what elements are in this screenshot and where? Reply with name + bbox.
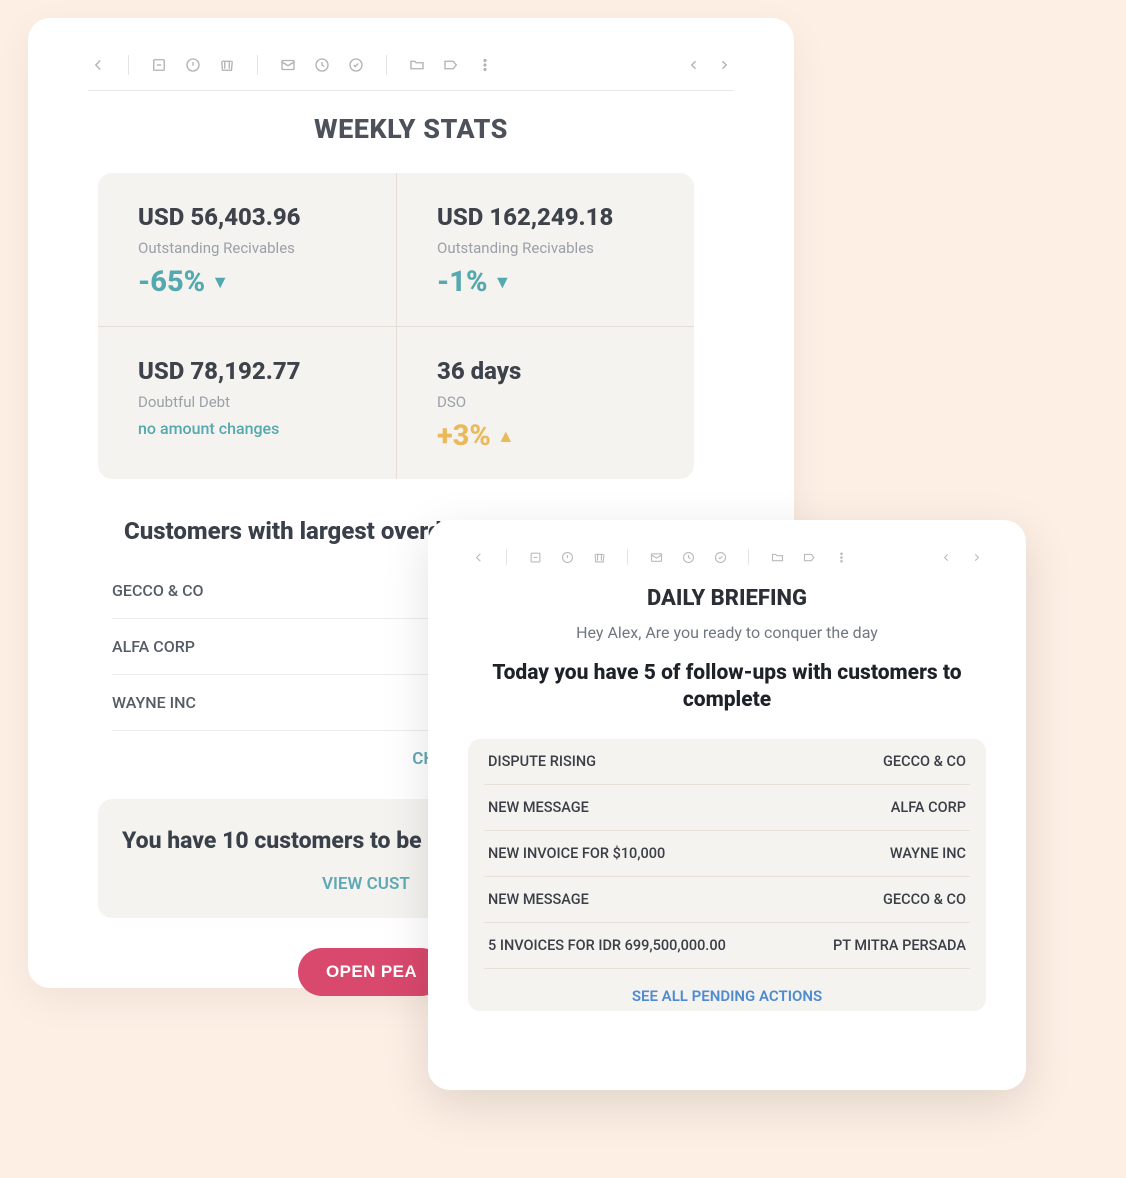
stat-delta: no amount changes bbox=[138, 419, 362, 438]
stat-delta-value: no amount changes bbox=[138, 419, 279, 438]
label-icon[interactable] bbox=[441, 55, 461, 75]
stat-delta: +3% ▲ bbox=[437, 419, 660, 453]
next-icon[interactable] bbox=[966, 547, 986, 567]
prev-icon[interactable] bbox=[684, 55, 704, 75]
daily-title: DAILY BRIEFING bbox=[468, 586, 986, 611]
open-button[interactable]: OPEN PEA bbox=[298, 948, 445, 996]
stat-cell: USD 78,192.77 Doubtful Debt no amount ch… bbox=[98, 326, 396, 479]
daily-greeting: Hey Alex, Are you ready to conquer the d… bbox=[468, 623, 986, 642]
action-type: NEW MESSAGE bbox=[488, 891, 589, 908]
toolbar-separator bbox=[257, 55, 258, 75]
trend-up-icon: ▲ bbox=[497, 426, 515, 447]
archive-icon[interactable] bbox=[149, 55, 169, 75]
mail-icon[interactable] bbox=[278, 55, 298, 75]
stat-value: USD 78,192.77 bbox=[138, 357, 362, 385]
stat-delta: -65% ▼ bbox=[138, 265, 362, 299]
stat-value: USD 162,249.18 bbox=[437, 203, 660, 231]
action-type: 5 INVOICES FOR IDR 699,500,000.00 bbox=[488, 937, 726, 954]
archive-icon[interactable] bbox=[525, 547, 545, 567]
action-type: NEW INVOICE FOR $10,000 bbox=[488, 845, 665, 862]
action-customer: GECCO & CO bbox=[883, 891, 966, 908]
mail-icon[interactable] bbox=[646, 547, 666, 567]
action-type: NEW MESSAGE bbox=[488, 799, 589, 816]
action-row[interactable]: NEW MESSAGE GECCO & CO bbox=[484, 877, 970, 923]
see-all-link[interactable]: SEE ALL PENDING ACTIONS bbox=[484, 969, 970, 1011]
action-row[interactable]: NEW MESSAGE ALFA CORP bbox=[484, 785, 970, 831]
stat-label: Outstanding Recivables bbox=[138, 239, 362, 257]
stat-label: Outstanding Recivables bbox=[437, 239, 660, 257]
stat-label: DSO bbox=[437, 393, 660, 411]
action-row[interactable]: 5 INVOICES FOR IDR 699,500,000.00 PT MIT… bbox=[484, 923, 970, 969]
spam-icon[interactable] bbox=[557, 547, 577, 567]
action-row[interactable]: DISPUTE RISING GECCO & CO bbox=[484, 739, 970, 785]
daily-toolbar bbox=[468, 546, 986, 568]
action-customer: WAYNE INC bbox=[890, 845, 966, 862]
label-icon[interactable] bbox=[799, 547, 819, 567]
toolbar-separator bbox=[506, 549, 507, 565]
prev-icon[interactable] bbox=[936, 547, 956, 567]
action-customer: ALFA CORP bbox=[891, 799, 966, 816]
stat-delta-value: -65% bbox=[138, 265, 205, 299]
trash-icon[interactable] bbox=[217, 55, 237, 75]
action-customer: GECCO & CO bbox=[883, 753, 966, 770]
folder-icon[interactable] bbox=[767, 547, 787, 567]
toolbar-separator bbox=[386, 55, 387, 75]
stat-value: 36 days bbox=[437, 357, 660, 385]
toolbar-separator bbox=[627, 549, 628, 565]
daily-subtitle: Today you have 5 of follow-ups with cust… bbox=[488, 660, 966, 715]
back-icon[interactable] bbox=[468, 547, 488, 567]
action-list: DISPUTE RISING GECCO & CO NEW MESSAGE AL… bbox=[468, 739, 986, 1011]
stat-cell: USD 162,249.18 Outstanding Recivables -1… bbox=[396, 173, 694, 326]
task-icon[interactable] bbox=[346, 55, 366, 75]
stat-value: USD 56,403.96 bbox=[138, 203, 362, 231]
next-icon[interactable] bbox=[714, 55, 734, 75]
stat-grid: USD 56,403.96 Outstanding Recivables -65… bbox=[98, 173, 694, 479]
folder-icon[interactable] bbox=[407, 55, 427, 75]
stat-cell: USD 56,403.96 Outstanding Recivables -65… bbox=[98, 173, 396, 326]
action-type: DISPUTE RISING bbox=[488, 753, 596, 770]
trend-down-icon: ▼ bbox=[211, 272, 229, 293]
more-icon[interactable] bbox=[475, 55, 495, 75]
action-row[interactable]: NEW INVOICE FOR $10,000 WAYNE INC bbox=[484, 831, 970, 877]
back-icon[interactable] bbox=[88, 55, 108, 75]
clock-icon[interactable] bbox=[312, 55, 332, 75]
stat-delta-value: -1% bbox=[437, 265, 487, 299]
toolbar-separator bbox=[748, 549, 749, 565]
clock-icon[interactable] bbox=[678, 547, 698, 567]
action-customer: PT MITRA PERSADA bbox=[833, 937, 966, 954]
stat-cell: 36 days DSO +3% ▲ bbox=[396, 326, 694, 479]
task-icon[interactable] bbox=[710, 547, 730, 567]
stat-delta-value: +3% bbox=[437, 419, 491, 453]
stat-delta: -1% ▼ bbox=[437, 265, 660, 299]
more-icon[interactable] bbox=[831, 547, 851, 567]
spam-icon[interactable] bbox=[183, 55, 203, 75]
weekly-title: WEEKLY STATS bbox=[88, 113, 734, 145]
daily-briefing-card: DAILY BRIEFING Hey Alex, Are you ready t… bbox=[428, 520, 1026, 1090]
trend-down-icon: ▼ bbox=[493, 272, 511, 293]
toolbar-separator bbox=[128, 55, 129, 75]
trash-icon[interactable] bbox=[589, 547, 609, 567]
stat-label: Doubtful Debt bbox=[138, 393, 362, 411]
weekly-toolbar bbox=[88, 52, 734, 78]
